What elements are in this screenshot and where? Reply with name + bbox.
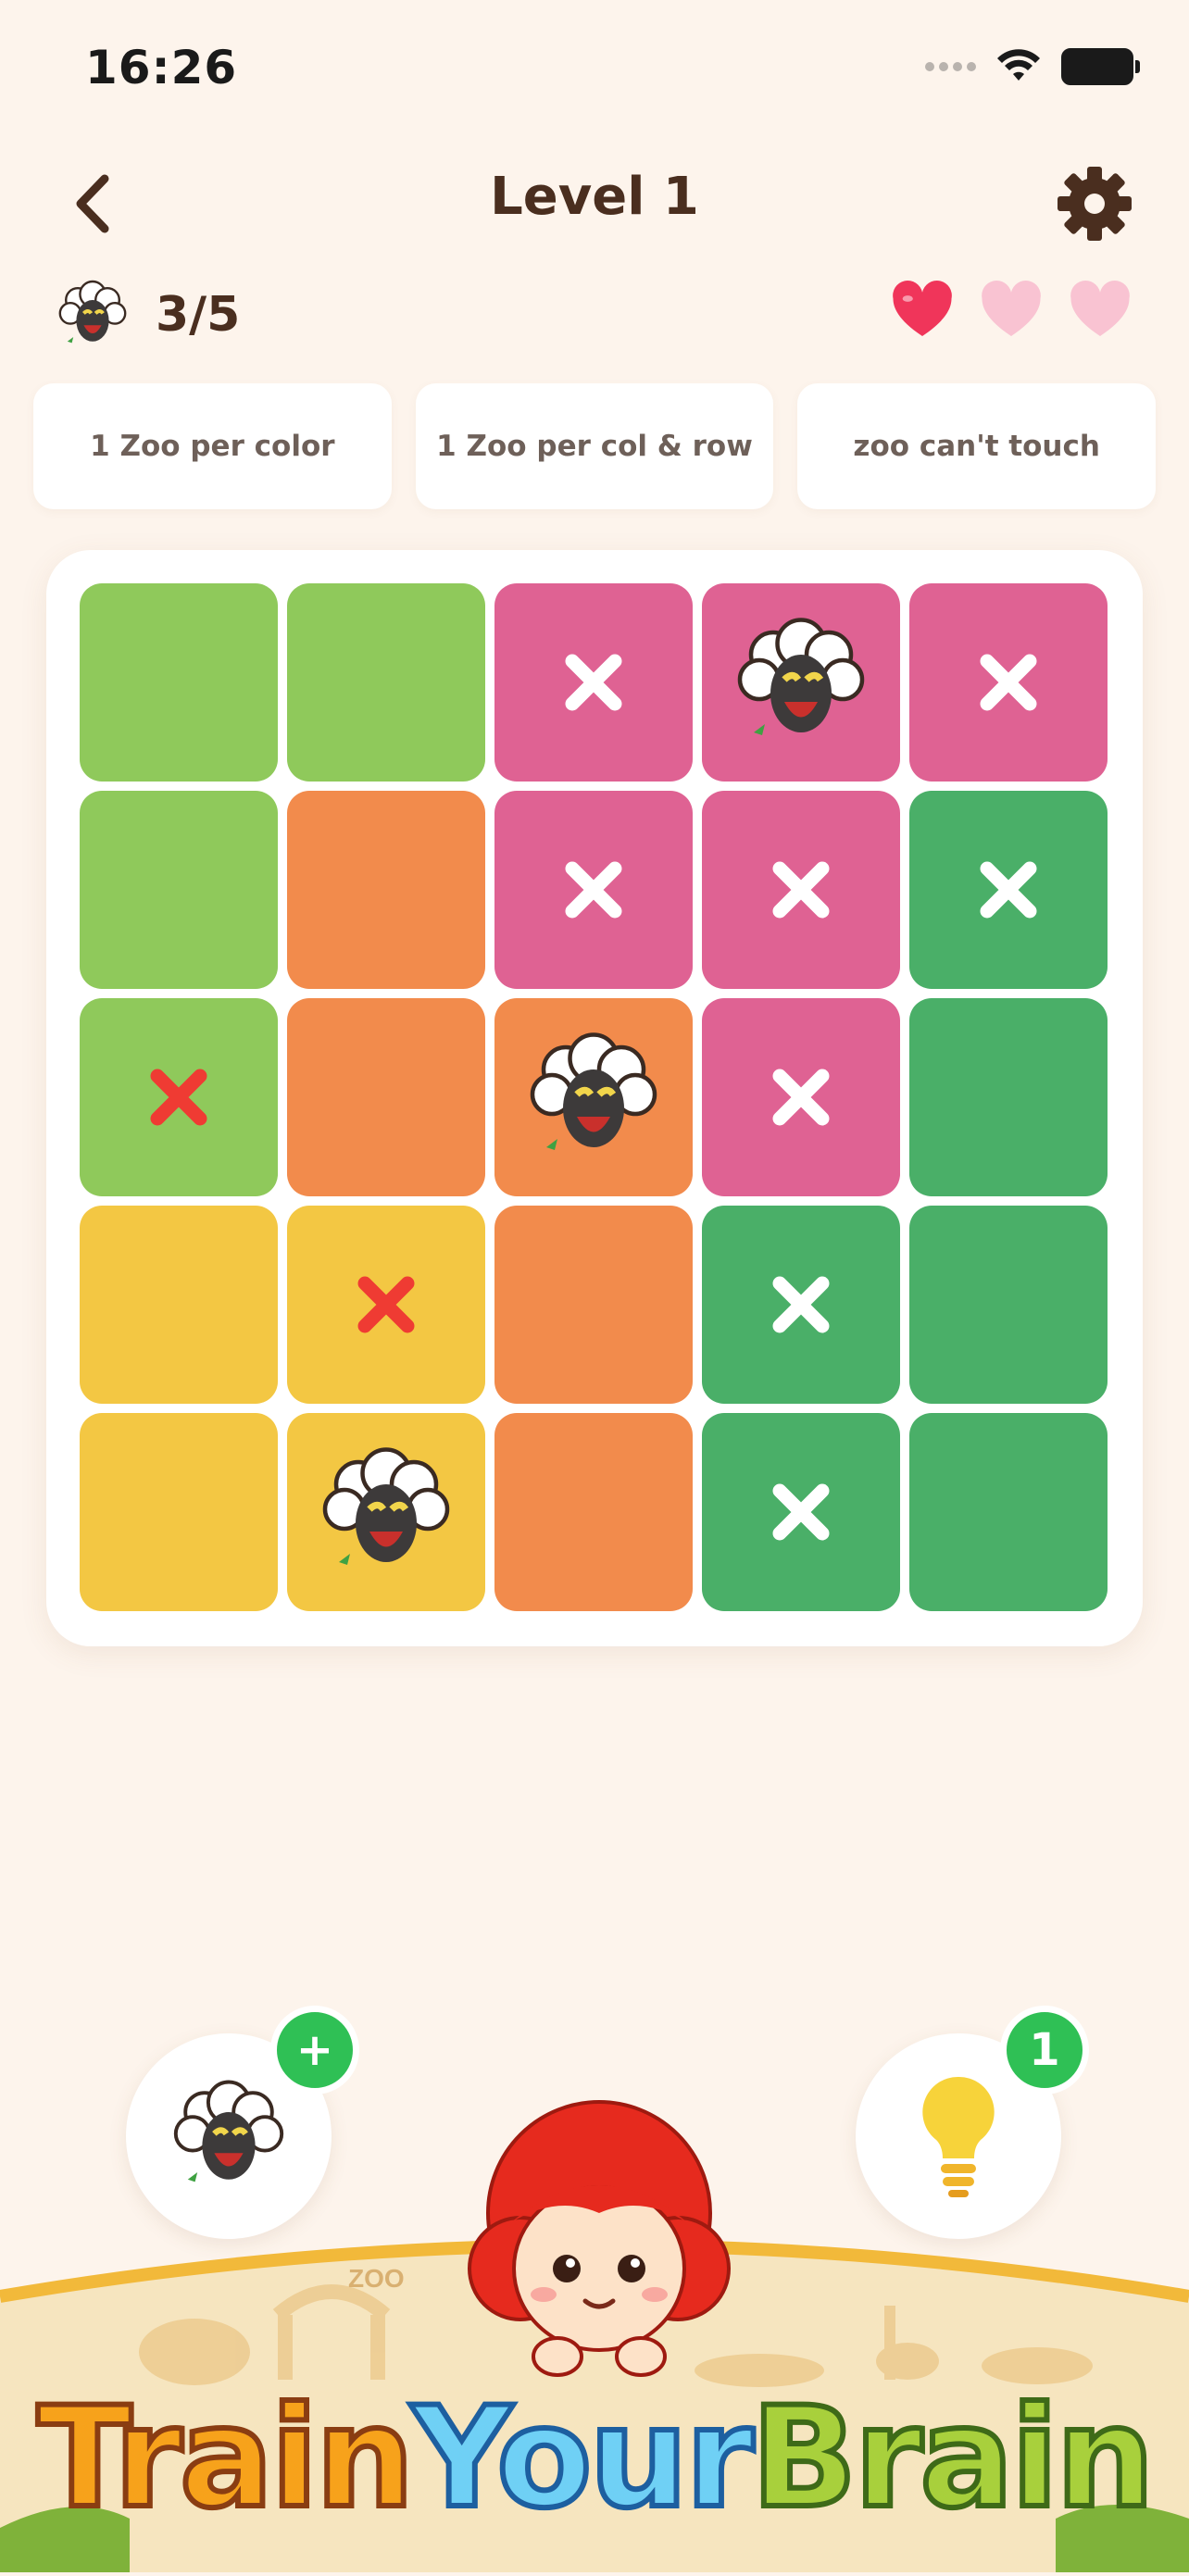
rule-card-color: 1 Zoo per color [33,383,392,509]
sheep-icon [530,1032,657,1150]
x-mark-icon [772,1483,830,1541]
x-mark-icon [980,861,1037,919]
banner-word-train: Train [34,2375,417,2542]
x-mark-icon [565,861,622,919]
cellular-signal-icon [925,62,976,71]
board-cell-r3-c4[interactable] [702,998,900,1196]
board-cell-r2-c5[interactable] [909,791,1108,989]
rules-bar: 1 Zoo per color 1 Zoo per col & row zoo … [33,383,1157,509]
add-badge: + [270,2006,359,2095]
board-cell-r1-c3[interactable] [494,583,693,782]
board-cell-r4-c1[interactable] [80,1206,278,1404]
board-cell-r3-c3[interactable] [494,998,693,1196]
board-cell-r3-c1[interactable] [80,998,278,1196]
board-cell-r2-c2[interactable] [287,791,485,989]
board-cell-r4-c3[interactable] [494,1206,693,1404]
board-cell-r5-c3[interactable] [494,1413,693,1611]
rule-card-no-touch: zoo can't touch [797,383,1157,509]
x-mark-icon [772,1276,830,1333]
x-mark-icon [772,1069,830,1126]
banner-word-your: Your [408,2375,757,2542]
header: Level 1 [0,157,1189,250]
board-cell-r3-c2[interactable] [287,998,485,1196]
settings-button[interactable] [1056,165,1133,243]
x-mark-icon [565,654,622,711]
sheep-icon [173,2080,284,2182]
page-title: Level 1 [490,167,699,227]
sheep-icon [737,618,865,735]
lightbulb-icon [922,2076,995,2197]
x-mark-icon [980,654,1037,711]
board-cell-r5-c2[interactable] [287,1413,485,1611]
x-mark-icon [772,861,830,919]
board-cell-r3-c5[interactable] [909,998,1108,1196]
board-cell-r1-c2[interactable] [287,583,485,782]
error-x-icon [357,1276,415,1333]
board-cell-r2-c4[interactable] [702,791,900,989]
rule-card-col-row: 1 Zoo per col & row [415,383,774,509]
status-bar: 16:26 [0,0,1189,139]
board-cell-r4-c5[interactable] [909,1206,1108,1404]
board-cell-r2-c3[interactable] [494,791,693,989]
game-board [46,550,1143,1646]
train-your-brain-banner: ZOO TrainYourBrain [0,2100,1189,2572]
banner-title: TrainYourBrain [0,2375,1189,2542]
board-cell-r5-c1[interactable] [80,1413,278,1611]
board-cell-r2-c1[interactable] [80,791,278,989]
board-cell-r1-c1[interactable] [80,583,278,782]
banner-word-brain: Brain [748,2375,1158,2542]
board-cell-r1-c5[interactable] [909,583,1108,782]
board-cell-r5-c4[interactable] [702,1413,900,1611]
heart-empty-icon [982,281,1041,336]
sheep-counter-icon [56,278,130,352]
info-row: 3/5 [56,274,1133,357]
board-cell-r5-c5[interactable] [909,1413,1108,1611]
board-cell-r4-c2[interactable] [287,1206,485,1404]
heart-empty-icon [1070,281,1130,336]
wifi-icon [997,49,1040,81]
battery-icon [1061,48,1140,85]
hint-count-badge: 1 [1000,2006,1089,2095]
status-icons [925,48,1140,85]
sheep-icon [322,1447,450,1565]
board-cell-r1-c4[interactable] [702,583,900,782]
gear-icon [1058,167,1132,241]
board-grid [80,583,1108,1611]
girl-mascot-icon [468,2100,731,2377]
lives [889,278,1133,344]
heart-full-icon [893,281,952,336]
board-cell-r4-c4[interactable] [702,1206,900,1404]
zoo-sign-text: ZOO [348,2264,405,2293]
sheep-counter: 3/5 [156,287,241,343]
status-time: 16:26 [85,41,238,94]
error-x-icon [150,1069,207,1126]
place-sheep-button[interactable]: + [126,2006,359,2239]
hint-button[interactable]: 1 [856,2006,1089,2239]
